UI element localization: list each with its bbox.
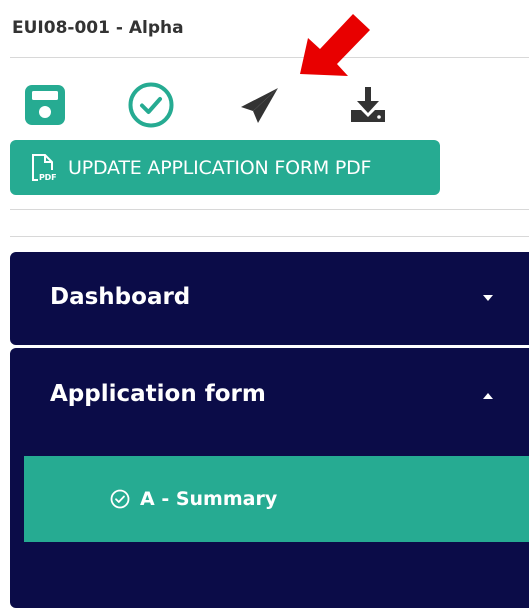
- save-icon[interactable]: [20, 80, 70, 130]
- check-circle-icon[interactable]: [126, 80, 176, 130]
- update-pdf-label: UPDATE APPLICATION FORM PDF: [68, 156, 372, 179]
- divider: [10, 236, 529, 237]
- project-title: EUI08-001 - Alpha: [12, 18, 184, 38]
- annotation-arrow-icon: [290, 8, 378, 88]
- divider: [10, 57, 529, 58]
- caret-up-icon[interactable]: [480, 388, 496, 404]
- sidebar-nav: Dashboard Application form A - Summary: [10, 252, 529, 608]
- pdf-file-icon: PDF: [30, 152, 60, 184]
- update-application-form-pdf-button[interactable]: PDF UPDATE APPLICATION FORM PDF: [10, 140, 440, 195]
- nav-subitem-a-summary[interactable]: A - Summary: [24, 456, 529, 542]
- check-circle-icon: [110, 488, 132, 510]
- nav-item-application-form[interactable]: Application form A - Summary: [10, 348, 529, 608]
- nav-dashboard-label: Dashboard: [50, 284, 191, 310]
- caret-down-icon[interactable]: [480, 290, 496, 306]
- nav-subitem-label: A - Summary: [140, 488, 278, 510]
- send-icon[interactable]: [234, 80, 284, 130]
- divider: [10, 209, 529, 210]
- nav-application-form-label: Application form: [50, 381, 266, 407]
- nav-item-dashboard[interactable]: Dashboard: [10, 252, 529, 345]
- pdf-icon-text: PDF: [39, 173, 56, 182]
